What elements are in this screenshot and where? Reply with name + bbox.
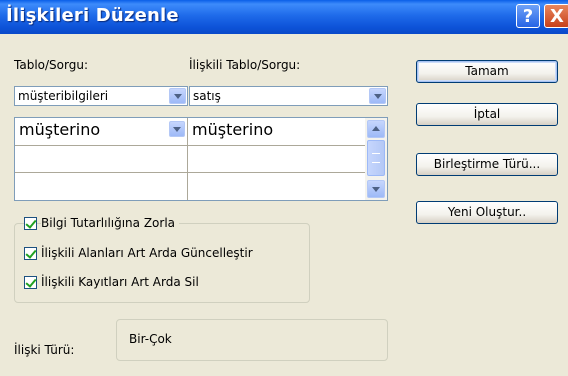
related-table-combo-value: satış bbox=[193, 89, 221, 103]
table-combo-value: müşteribilgileri bbox=[18, 89, 109, 103]
related-table-query-label: İlişkili Tablo/Sorgu: bbox=[189, 58, 301, 72]
cascade-update-label: İlişkili Alanları Art Arda Güncelleştir bbox=[41, 246, 253, 260]
grid-cell-related-field[interactable] bbox=[188, 173, 366, 200]
checkbox-checked-icon[interactable] bbox=[24, 276, 37, 289]
table-query-label: Tablo/Sorgu: bbox=[14, 58, 88, 72]
scroll-thumb[interactable] bbox=[367, 140, 385, 176]
checkbox-checked-icon[interactable] bbox=[24, 217, 37, 230]
grid-cell-text: müşterino bbox=[192, 120, 274, 139]
title-bar[interactable]: İlişkileri Düzenle ? X bbox=[0, 0, 568, 34]
related-table-combo[interactable]: satış bbox=[189, 86, 388, 106]
create-new-button[interactable]: Yeni Oluştur.. bbox=[416, 201, 558, 224]
grid-scrollbar[interactable] bbox=[365, 118, 387, 200]
chevron-down-icon[interactable] bbox=[369, 88, 386, 104]
ok-button[interactable]: Tamam bbox=[416, 60, 558, 83]
relationship-type-label: İlişki Türü: bbox=[14, 343, 75, 357]
relationship-type-value: Bir-Çok bbox=[129, 332, 172, 346]
grid-cell-related-field[interactable]: müşterino bbox=[188, 118, 366, 146]
scroll-up-icon[interactable] bbox=[367, 120, 385, 138]
grid-cell-table-field[interactable] bbox=[15, 173, 188, 200]
grid-cell-table-field[interactable] bbox=[15, 146, 188, 173]
help-button[interactable]: ? bbox=[516, 4, 540, 28]
enforce-integrity-label: Bilgi Tutarlılığına Zorla bbox=[41, 216, 180, 230]
grid-cell-text: müşterino bbox=[19, 120, 101, 139]
chevron-down-icon[interactable] bbox=[169, 88, 186, 104]
scroll-down-icon[interactable] bbox=[367, 180, 385, 198]
join-type-button[interactable]: Birleştirme Türü... bbox=[416, 153, 558, 176]
relationship-type-box: Bir-Çok bbox=[116, 319, 388, 361]
grid-cell-table-field[interactable]: müşterino bbox=[15, 118, 188, 146]
window-title: İlişkileri Düzenle bbox=[6, 5, 179, 26]
cancel-button[interactable]: İptal bbox=[416, 103, 558, 126]
edit-relationships-dialog: İlişkileri Düzenle ? X Tablo/Sorgu: İliş… bbox=[0, 0, 568, 376]
checkbox-checked-icon[interactable] bbox=[24, 247, 37, 260]
field-mapping-grid: müşterino müşterino bbox=[14, 117, 388, 201]
cascade-delete-label: İlişkili Kayıtları Art Arda Sil bbox=[41, 275, 199, 289]
grid-cell-related-field[interactable] bbox=[188, 146, 366, 173]
close-button[interactable]: X bbox=[544, 4, 568, 28]
chevron-down-icon[interactable] bbox=[169, 121, 185, 137]
referential-integrity-group bbox=[14, 223, 310, 303]
table-combo[interactable]: müşteribilgileri bbox=[14, 86, 188, 106]
